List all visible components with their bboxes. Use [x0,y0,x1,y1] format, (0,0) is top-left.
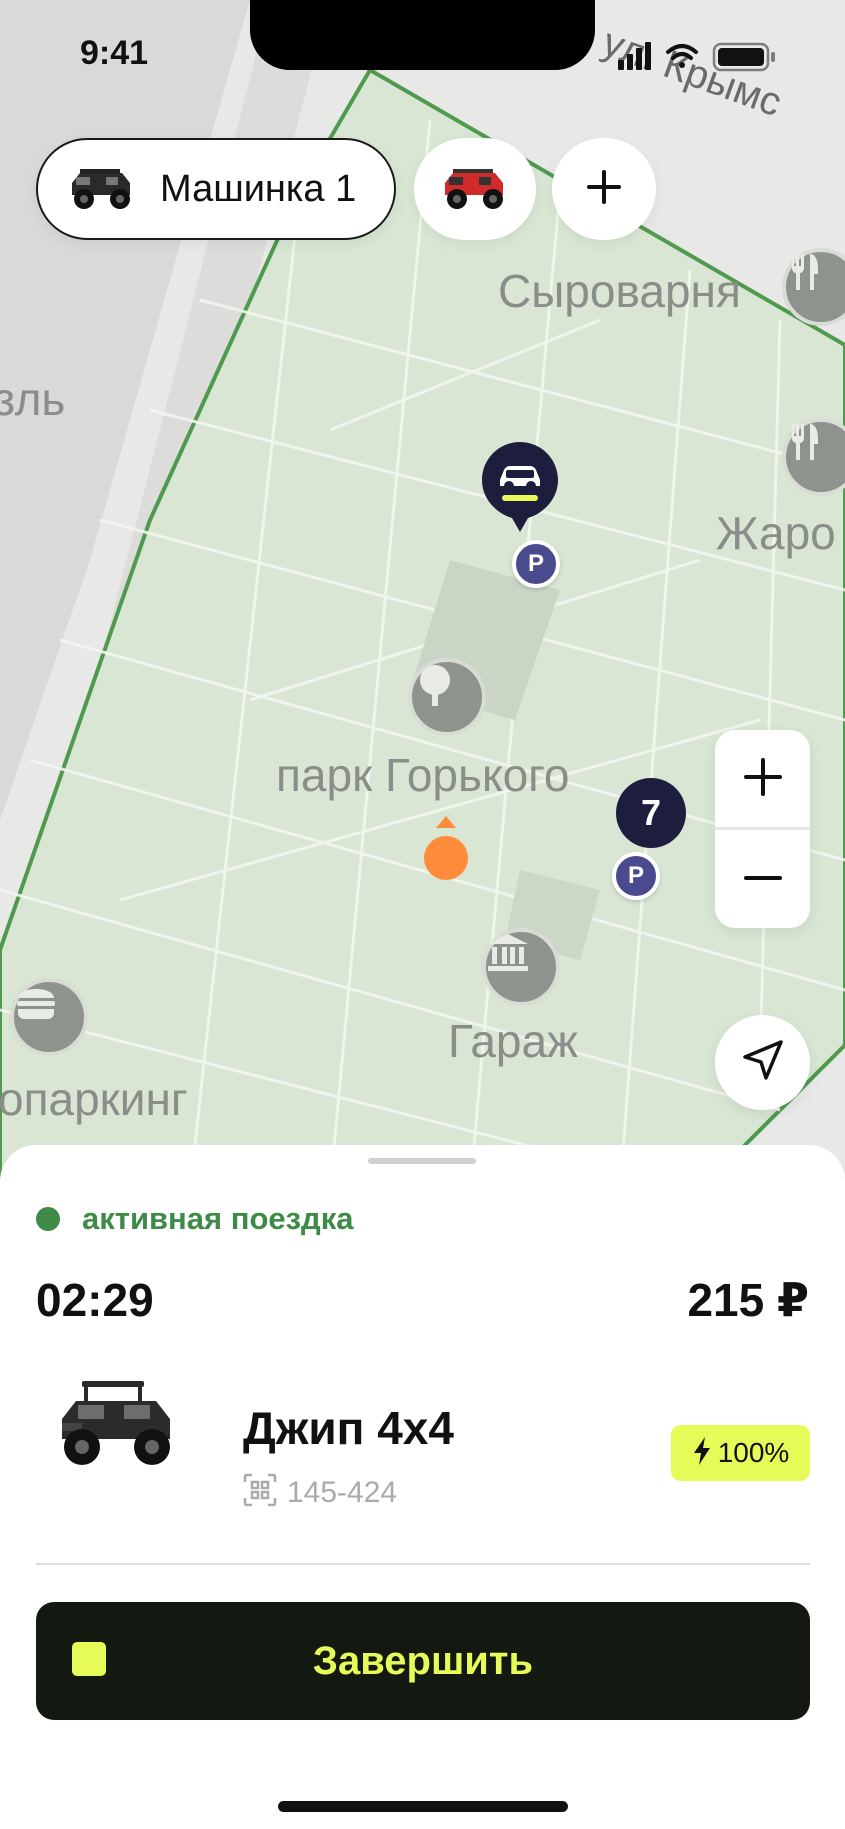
status-icons [618,40,788,77]
map-label-parking-lot: опаркинг [0,1073,188,1125]
trip-price: 215 ₽ [687,1274,809,1326]
stop-icon [72,1642,106,1676]
burger-icon[interactable] [10,978,88,1056]
map-label-garage: Гараж [448,1015,578,1067]
zoom-control [715,730,810,928]
status-time: 9:41 [80,34,149,72]
jeep-photo [52,1375,182,1476]
vehicle-id: 145-424 [287,1475,398,1509]
trip-timer: 02:29 [36,1274,154,1326]
plus-icon [586,169,622,210]
black-jeep-thumbnail-icon [66,161,138,218]
zoom-out-button[interactable] [715,830,810,928]
active-status-dot [36,1207,60,1231]
status-bar: 9:41 [0,0,845,110]
divider [36,1563,810,1565]
plus-icon [743,757,783,802]
user-location-marker [422,814,470,880]
battery-icon [712,42,775,72]
map-label-zharo: Жаро [716,507,836,559]
finish-trip-button[interactable]: Завершить [36,1602,810,1720]
map-label-cheese: Сыроварня [498,265,741,317]
minus-icon [743,870,783,888]
sheet-grabber[interactable] [368,1158,476,1164]
lightning-icon [692,1436,712,1471]
screen: ул. Крымс зль Сыроварня Жаро парк Горько… [0,0,845,1829]
parking-marker[interactable]: P [612,852,660,900]
home-indicator [278,1801,568,1812]
museum-icon[interactable] [482,928,560,1006]
finish-button-label: Завершить [312,1638,534,1683]
park-tree-icon[interactable] [408,658,486,736]
map-label-park: парк Горького [276,749,570,801]
trip-status: активная поездка [36,1201,353,1237]
signal-icon [618,42,651,70]
qr-code-icon [243,1473,277,1512]
vehicle-chip-label: Машинка 1 [160,167,357,210]
trip-bottom-sheet[interactable]: активная поездка 02:29 215 ₽ Джип 4x4 14… [0,1145,845,1829]
zoom-in-button[interactable] [715,730,810,828]
add-vehicle-button[interactable] [552,138,656,240]
locate-me-button[interactable] [715,1015,810,1110]
vehicle-info-row[interactable]: Джип 4x4 145-424 100% [0,1375,845,1535]
battery-value: 100% [717,1437,790,1468]
map-label-left: зль [0,373,66,425]
vehicle-id-row: 145-424 [243,1473,397,1512]
wifi-icon [666,44,698,68]
vehicle-pin[interactable] [480,440,560,535]
navigation-arrow-icon [741,1038,785,1087]
vehicle-chip-car2[interactable] [414,138,536,240]
cluster-marker[interactable]: 7 [616,778,686,848]
trip-status-text: активная поездка [82,1201,354,1236]
notch [250,0,595,70]
vehicle-name: Джип 4x4 [243,1402,454,1454]
vehicle-chip-car1[interactable]: Машинка 1 [36,138,396,240]
parking-marker[interactable]: P [512,540,560,588]
red-jeep-thumbnail-icon [439,161,511,218]
battery-badge: 100% [671,1425,810,1481]
